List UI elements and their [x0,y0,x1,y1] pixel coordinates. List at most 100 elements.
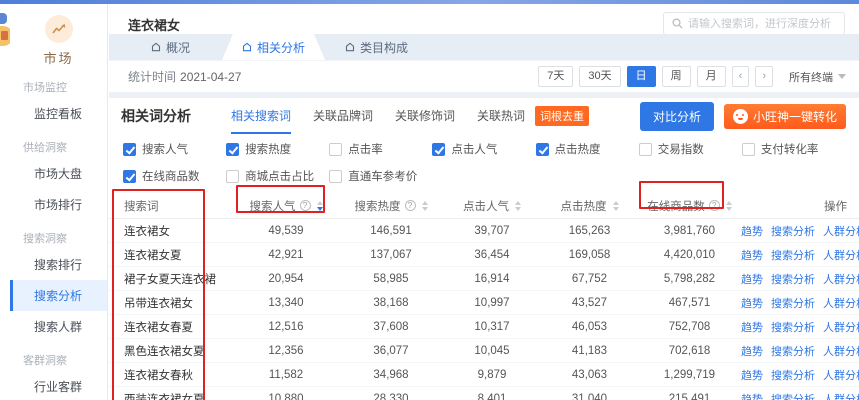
convert-button-label: 小旺神一键转化 [752,109,837,124]
checkbox-icon [535,142,549,156]
sidebar-item[interactable]: 行业客群 [10,371,107,400]
compare-analysis-button[interactable]: 对比分析 [639,101,714,131]
sidebar-item[interactable]: 市场排行 [10,189,107,220]
metric-cell: 20,954 [268,272,304,285]
search-analysis-link[interactable]: 搜索分析 [771,319,815,335]
trend-link[interactable]: 趋势 [741,319,763,335]
panel-tab[interactable]: 关联修饰词 [395,98,455,134]
sidebar-item[interactable]: 搜索人群 [10,311,107,342]
sort-icon[interactable] [612,200,619,211]
search-input[interactable] [688,17,836,30]
metric-checkbox[interactable]: 商城点击占比 [226,168,329,184]
trend-link[interactable]: 趋势 [741,295,763,311]
panel-tab[interactable]: 相关搜索词 [231,98,292,134]
date-range-button[interactable]: 30天 [579,66,621,87]
trend-link[interactable]: 趋势 [741,343,763,359]
metric-cell: 13,340 [268,296,304,309]
sort-icon[interactable] [421,200,428,211]
sidebar-section-header: 市场监控 [23,82,67,94]
trend-link[interactable]: 趋势 [741,271,763,287]
crowd-analysis-link[interactable]: 人群分析 [823,391,859,400]
column-header-label: 搜索热度 [354,200,401,213]
crowd-analysis-link[interactable]: 人群分析 [823,223,859,239]
checkbox-icon [123,142,136,156]
info-icon[interactable] [299,200,311,211]
date-range-button[interactable]: 月 [696,66,726,87]
info-icon[interactable] [404,200,416,211]
sidebar-item[interactable]: 市场大盘 [10,158,107,189]
crowd-analysis-link[interactable]: 人群分析 [823,295,859,311]
one-click-convert-button[interactable]: 小旺神一键转化 [723,103,846,129]
page-tab[interactable]: 相关分析 [222,34,325,60]
metric-cell: 43,063 [571,368,608,381]
metric-checkbox[interactable]: 点击人气 [432,141,535,157]
date-range-button[interactable]: 周 [661,66,691,87]
trend-link[interactable]: 趋势 [741,247,763,263]
date-range-button[interactable]: 日 [626,66,656,87]
crowd-analysis-link[interactable]: 人群分析 [823,319,859,335]
search-analysis-link[interactable]: 搜索分析 [771,343,815,359]
checkbox-icon [432,142,446,156]
metric-checkbox-label: 支付转化率 [760,144,819,156]
actions-cell: 趋势搜索分析人群分析 [741,219,859,242]
page-tab[interactable]: 类目构成 [325,34,428,60]
sidebar-module-market[interactable]: 市场 [10,4,107,69]
search-analysis-link[interactable]: 搜索分析 [771,223,815,239]
sidebar-section-header: 搜索洞察 [23,233,67,245]
keyword-search[interactable] [663,12,845,35]
tab-icon [345,42,355,52]
checkbox-icon [329,142,343,156]
sidebar-item[interactable]: 搜索分析 [10,280,107,311]
trend-link[interactable]: 趋势 [741,223,763,239]
metric-cell: 10,045 [474,344,510,357]
search-analysis-link[interactable]: 搜索分析 [771,271,815,287]
chevron-down-icon [838,74,846,79]
search-analysis-link[interactable]: 搜索分析 [771,391,815,400]
crowd-analysis-link[interactable]: 人群分析 [823,247,859,263]
table-row: 连衣裙女夏 42,921 137,067 36,454 169,058 4,420,010… [109,243,859,267]
metric-checkbox[interactable]: 支付转化率 [741,141,845,157]
prev-button[interactable]: ‹ [731,66,750,87]
sort-icon[interactable] [316,200,323,211]
metric-checkbox-label: 交易指数 [657,144,704,156]
sort-icon[interactable] [725,200,732,211]
search-analysis-link[interactable]: 搜索分析 [771,247,815,263]
sort-icon[interactable] [515,200,521,211]
page-header: 连衣裙女 概况 相关分析 类目构成 [109,4,859,60]
panel-tab[interactable]: 关联品牌词 [313,98,373,134]
crowd-analysis-link[interactable]: 人群分析 [823,343,859,359]
metric-checkbox[interactable]: 点击率 [329,141,432,157]
search-analysis-link[interactable]: 搜索分析 [771,295,815,311]
metric-cell: 16,914 [474,272,510,285]
metric-checkbox[interactable]: 直通车参考价 [329,168,432,184]
checkbox-icon [226,142,240,156]
trend-link[interactable]: 趋势 [741,391,763,400]
crowd-analysis-link[interactable]: 人群分析 [823,271,859,287]
metric-cell: 9,879 [477,368,507,381]
terminal-select[interactable]: 所有终端 [789,69,846,85]
related-words-panel: 相关词分析 相关搜索词 关联品牌词 关联修饰词 关联热词 词根去重 对比分析 小旺神一… [109,98,859,400]
keyword-cell: 连衣裙女 [124,225,170,238]
crowd-analysis-link[interactable]: 人群分析 [823,367,859,383]
metric-checkbox[interactable]: 搜索热度 [226,141,329,157]
column-header: 操作 [741,193,859,218]
page-tab[interactable]: 概况 [119,34,222,60]
sidebar-item[interactable]: 搜索排行 [10,249,107,280]
metric-cell: 46,053 [571,320,608,333]
trend-link[interactable]: 趋势 [741,367,763,383]
checkbox-icon [638,142,652,156]
metric-cell: 4,420,010 [663,248,716,261]
next-button[interactable]: › [755,66,773,87]
metric-checkbox[interactable]: 搜索人气 [123,141,226,157]
date-range-button[interactable]: 7天 [538,66,574,87]
metric-checkbox[interactable]: 点击热度 [535,141,639,157]
metric-checkbox[interactable]: 交易指数 [638,141,742,157]
dedupe-badge[interactable]: 词根去重 [535,106,590,126]
sidebar-item[interactable]: 监控看板 [10,98,107,129]
actions-cell: 趋势搜索分析人群分析 [741,387,859,400]
actions-cell: 趋势搜索分析人群分析 [741,315,859,338]
panel-tab[interactable]: 关联热词 [477,98,525,134]
info-icon[interactable] [708,200,720,211]
search-analysis-link[interactable]: 搜索分析 [771,367,815,383]
metric-checkbox[interactable]: 在线商品数 [123,168,226,184]
